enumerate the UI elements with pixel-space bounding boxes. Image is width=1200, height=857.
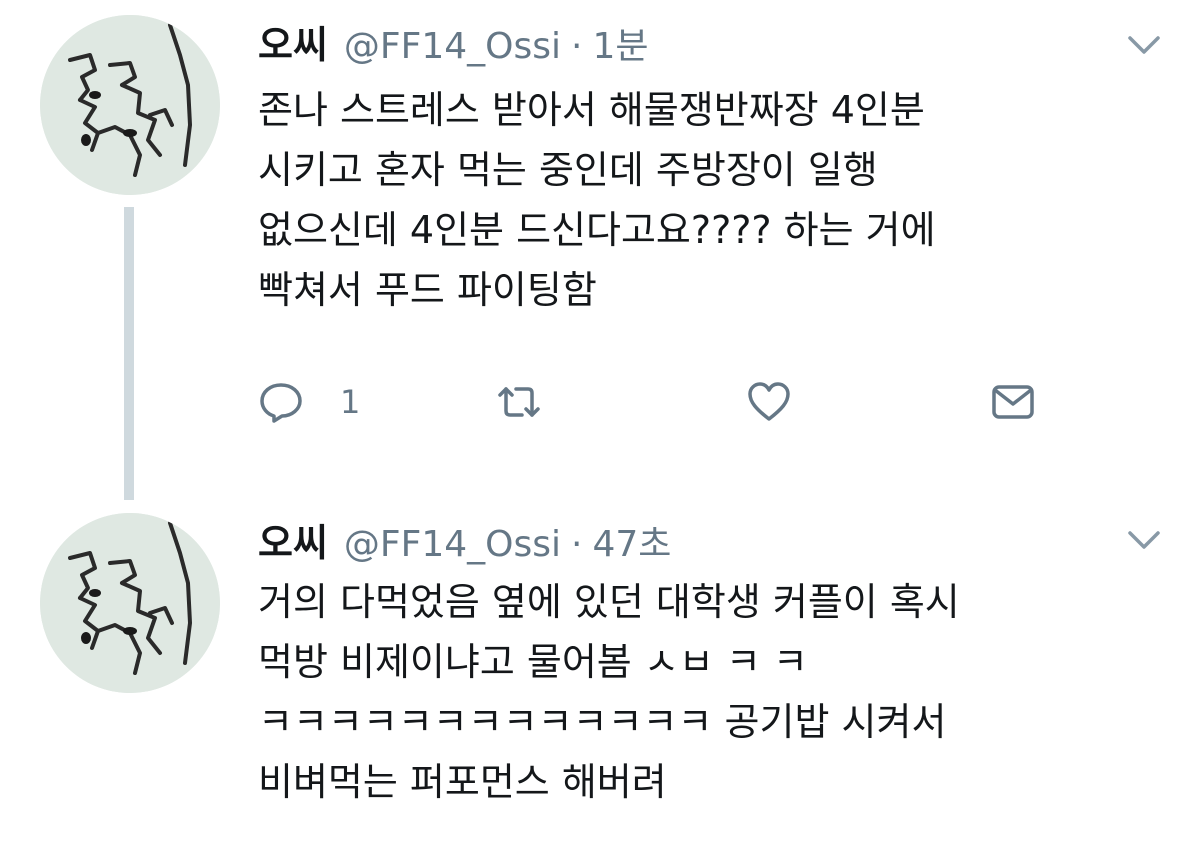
like-icon	[748, 382, 790, 421]
retweet-icon	[498, 387, 540, 417]
author-handle[interactable]: @FF14_Ossi	[344, 26, 561, 67]
avatar-sketch-image	[40, 15, 220, 195]
tweet-actions: 1	[258, 374, 1058, 430]
tweet[interactable]: 오씨 @FF14_Ossi · 1분 존나 스트레스 받아서 해물쟁반짜장 4인…	[0, 0, 1200, 500]
chevron-down-icon	[1128, 531, 1160, 549]
avatar[interactable]	[40, 15, 220, 195]
tweet-timestamp[interactable]: 47초	[592, 515, 671, 567]
tweet-header: 오씨 @FF14_Ossi · 47초	[258, 512, 671, 572]
author-handle[interactable]: @FF14_Ossi	[344, 524, 561, 565]
avatar[interactable]	[40, 513, 220, 693]
separator-dot: ·	[571, 26, 583, 67]
tweet-text: 거의 다먹었음 옆에 있던 대학생 커플이 혹시 먹방 비제이냐고 물어봄 ㅅㅂ…	[258, 572, 1158, 812]
reply-count: 1	[340, 383, 361, 421]
reply-icon	[260, 383, 302, 423]
separator-dot: ·	[571, 524, 583, 565]
like-button[interactable]	[746, 374, 792, 430]
tweet-text-line: 시키고 혼자 먹는 중인데 주방장이 일행	[258, 148, 878, 192]
retweet-button[interactable]	[496, 374, 542, 430]
tweet-text-line: ㅋㅋㅋㅋㅋㅋㅋㅋㅋㅋㅋㅋㅋ 공기밥 시켜서	[258, 700, 947, 744]
direct-message-icon	[992, 385, 1034, 419]
tweet-header: 오씨 @FF14_Ossi · 1분	[258, 14, 648, 74]
tweet-text-line: 먹방 비제이냐고 물어봄 ㅅㅂ ㅋ ㅋ	[258, 640, 808, 684]
avatar-sketch-image	[40, 513, 220, 693]
chevron-down-icon	[1128, 36, 1160, 54]
tweet-text-line: 빡쳐서 푸드 파이팅함	[258, 268, 597, 312]
tweet-text-line: 비벼먹는 퍼포먼스 해버려	[258, 760, 667, 804]
tweet-text-line: 거의 다먹었음 옆에 있던 대학생 커플이 혹시	[258, 580, 960, 624]
tweet-menu-button[interactable]	[1124, 527, 1164, 553]
thread-connector-line	[124, 207, 134, 500]
tweet[interactable]: 오씨 @FF14_Ossi · 47초 거의 다먹었음 옆에 있던 대학생 커플…	[0, 500, 1200, 857]
author-display-name[interactable]: 오씨	[258, 14, 328, 69]
reply-button[interactable]: 1	[258, 374, 360, 430]
author-display-name[interactable]: 오씨	[258, 512, 328, 567]
tweet-menu-button[interactable]	[1124, 32, 1164, 58]
tweet-text-line: 존나 스트레스 받아서 해물쟁반짜장 4인분	[258, 88, 925, 132]
direct-message-button[interactable]	[990, 374, 1036, 430]
tweet-thread: 오씨 @FF14_Ossi · 1분 존나 스트레스 받아서 해물쟁반짜장 4인…	[0, 0, 1200, 857]
tweet-text-line: 없으신데 4인분 드신다고요???? 하는 거에	[258, 208, 936, 252]
tweet-text: 존나 스트레스 받아서 해물쟁반짜장 4인분 시키고 혼자 먹는 중인데 주방장…	[258, 80, 1158, 320]
tweet-timestamp[interactable]: 1분	[592, 17, 648, 69]
